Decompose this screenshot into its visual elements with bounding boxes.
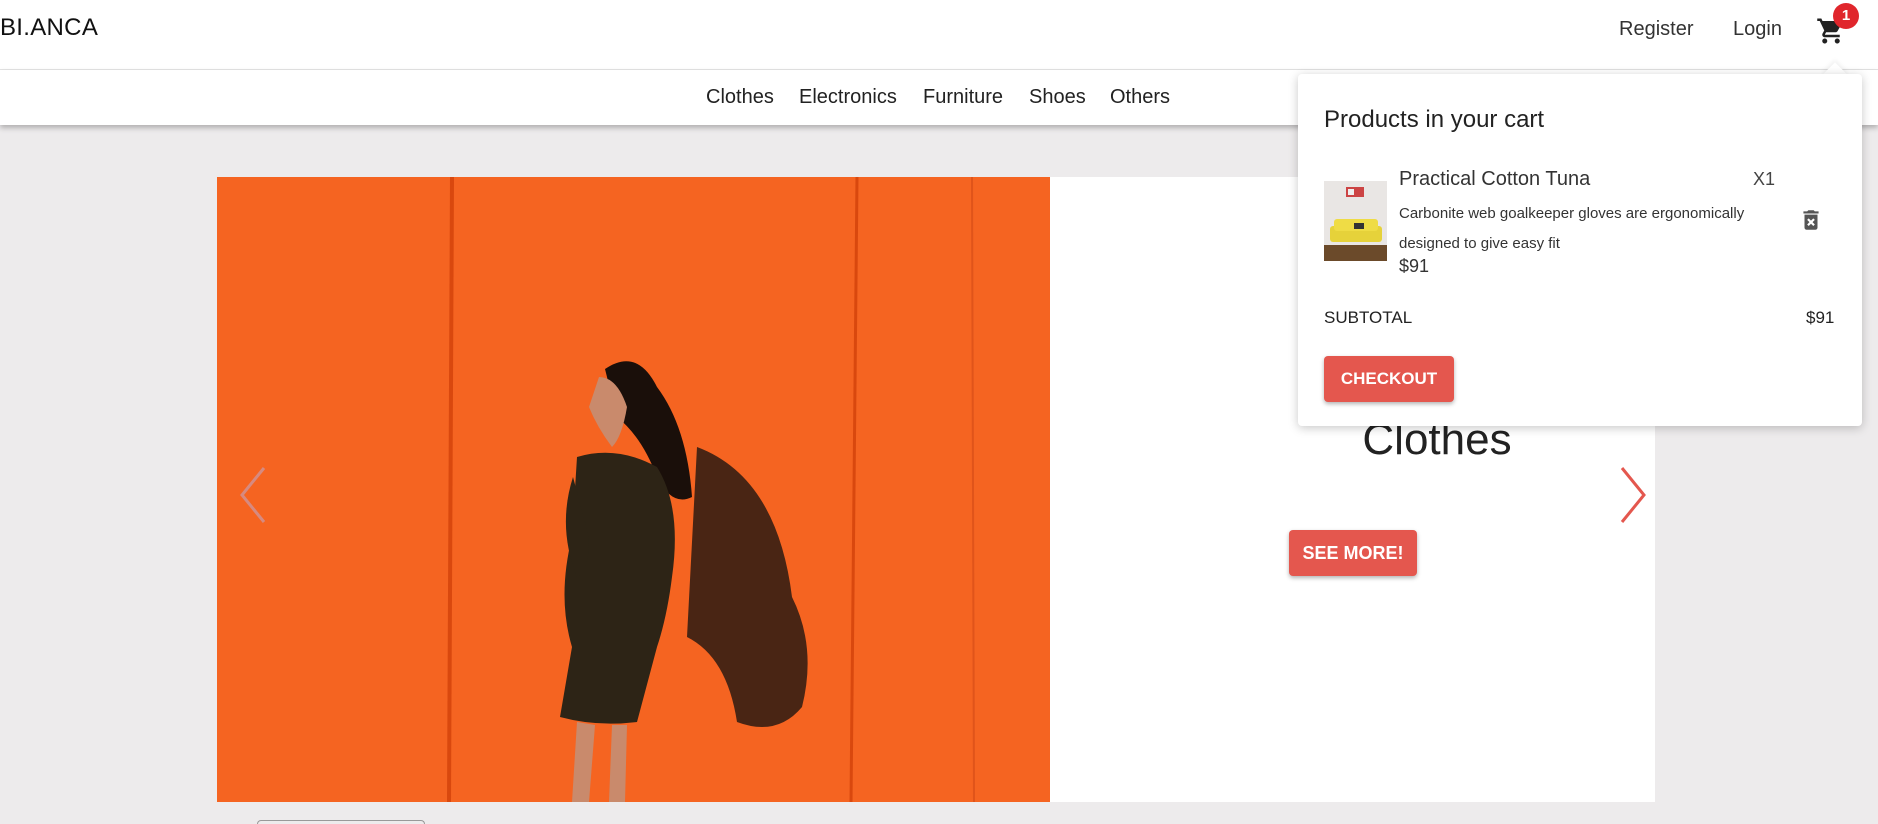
cart-popover: Products in your cart Practical Cotton T… [1298, 74, 1862, 426]
cart-item-name[interactable]: Practical Cotton Tuna [1399, 168, 1590, 191]
slide-image [217, 177, 1050, 802]
cart-item-quantity: X1 [1753, 169, 1776, 189]
woman-orange-wall-photo [217, 177, 1050, 802]
cart-item-price: $91 [1399, 256, 1430, 276]
nav-item-furniture[interactable]: Furniture [923, 86, 1003, 109]
see-more-button[interactable]: SEE MORE! [1289, 530, 1417, 576]
subtotal-label: SUBTOTAL [1324, 308, 1413, 327]
nav-item-clothes[interactable]: Clothes [706, 86, 774, 109]
cart-item-description: Carbonite web goalkeeper gloves are ergo… [1399, 205, 1745, 252]
brand-logo[interactable]: BI.ANCA [0, 14, 98, 42]
register-link[interactable]: Register [1619, 18, 1693, 41]
nav-item-electronics[interactable]: Electronics [799, 86, 897, 109]
chevron-right-icon[interactable] [1612, 460, 1652, 530]
chevron-left-icon[interactable] [234, 460, 274, 530]
carousel-indicator[interactable] [257, 820, 425, 824]
yellow-sofa-photo [1324, 181, 1387, 261]
cart-item-thumbnail [1324, 181, 1387, 261]
checkout-button[interactable]: CHECKOUT [1324, 356, 1454, 402]
cart-heading: Products in your cart [1324, 106, 1545, 133]
subtotal-value: $91 [1806, 308, 1835, 327]
nav-item-others[interactable]: Others [1110, 86, 1170, 109]
nav-item-shoes[interactable]: Shoes [1029, 86, 1086, 109]
cart-count-badge: 1 [1833, 3, 1859, 29]
top-bar: BI.ANCA Register Login 1 [0, 0, 1878, 70]
delete-item-icon[interactable] [1798, 206, 1824, 234]
login-link[interactable]: Login [1733, 18, 1782, 41]
